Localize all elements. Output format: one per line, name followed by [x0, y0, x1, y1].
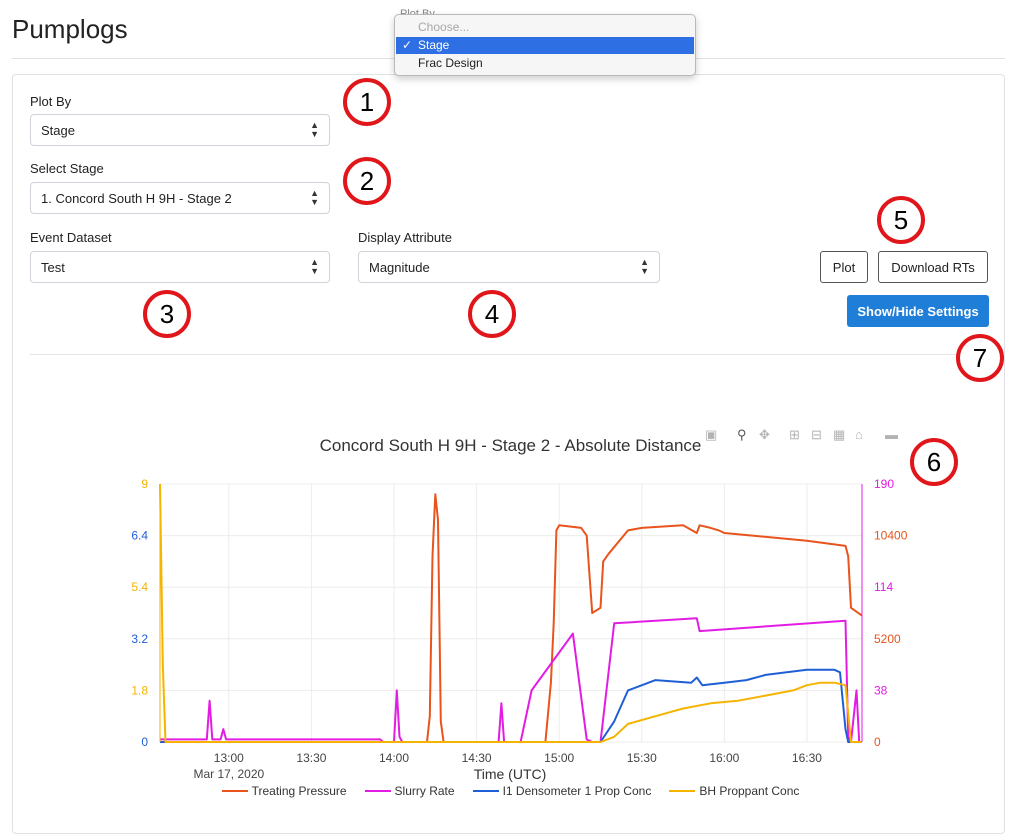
y-right-tick-label: 114 [874, 580, 893, 594]
x-tick-label: 13:00 [214, 751, 244, 765]
x-tick-label: 16:30 [792, 751, 822, 765]
legend-label: BH Proppant Conc [699, 784, 800, 798]
y-right-tick-label: 190 [874, 477, 894, 491]
x-tick-label: 14:00 [379, 751, 409, 765]
legend-swatch [364, 790, 391, 792]
series-line-4 [159, 483, 862, 743]
x-tick-label: 15:00 [544, 751, 574, 765]
legend-label: Slurry Rate [394, 784, 455, 798]
legend-item[interactable]: Treating Pressure [221, 784, 347, 798]
legend-item[interactable]: Slurry Rate [364, 784, 455, 798]
legend-label: Treating Pressure [251, 784, 347, 798]
x-tick-label: 14:30 [462, 751, 492, 765]
series-line-3 [160, 668, 862, 743]
series-line-2 [160, 617, 862, 743]
legend-swatch [669, 790, 696, 792]
y-left-tick-label: 5.4 [131, 580, 148, 594]
y-left-tick-label: 3.2 [131, 632, 148, 646]
legend-item[interactable]: BH Proppant Conc [669, 784, 799, 798]
y-right-tick-label: 10400 [874, 529, 908, 543]
chart-axes: 13:00 13:30 14:00 14:30 15:00 15:30 16:00 16:30… [131, 477, 907, 782]
chart-grid [160, 483, 862, 743]
legend-item[interactable]: I1 Densometer 1 Prop Conc [472, 784, 652, 798]
x-axis-label: Time (UTC) [474, 766, 547, 782]
x-tick-label: 16:00 [709, 751, 739, 765]
y-right-tick-label: 5200 [874, 632, 901, 646]
x-tick-label: 13:30 [296, 751, 326, 765]
series-line-1 [160, 493, 863, 743]
y-left-tick-label: 9 [141, 477, 148, 491]
legend-swatch [472, 790, 499, 792]
y-left-tick-label: 6.4 [131, 529, 148, 543]
y-right-tick-label: 38 [874, 683, 888, 697]
chart-series [159, 483, 863, 743]
chart-svg: 13:00 13:30 14:00 14:30 15:00 15:30 16:00 16:30… [131, 477, 907, 782]
y-left-tick-label: 1.8 [131, 683, 148, 697]
x-tick-label: 15:30 [627, 751, 657, 765]
x-date-label: Mar 17, 2020 [193, 767, 264, 781]
legend-swatch [221, 790, 248, 792]
chart-legend: Treating Pressure Slurry Rate I1 Densomete… [0, 784, 1021, 798]
y-left-tick-label: 0 [141, 735, 148, 749]
y-right-tick-label: 0 [874, 735, 881, 749]
legend-label: I1 Densometer 1 Prop Conc [502, 784, 652, 798]
